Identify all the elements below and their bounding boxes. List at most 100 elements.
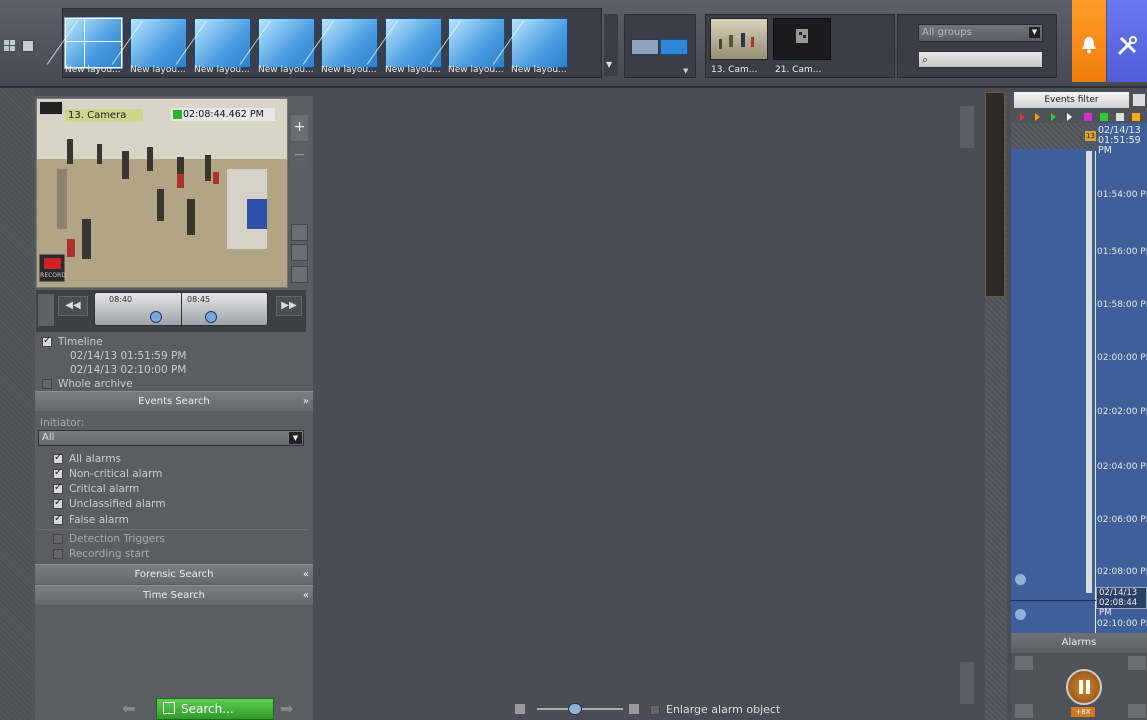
- top-toolbar: New layou... New layou... New layou... N…: [0, 0, 1147, 88]
- filter-option[interactable]: Unclassified alarm: [53, 497, 166, 510]
- timeline-option[interactable]: Timeline: [42, 335, 103, 348]
- zoom-out-timeline-icon[interactable]: [1015, 574, 1026, 585]
- initiator-dropdown[interactable]: All ▼: [38, 430, 304, 446]
- filter-option[interactable]: Detection Triggers: [53, 533, 165, 545]
- camera-thumb-21[interactable]: [773, 18, 831, 60]
- current-time-marker[interactable]: 02/14/13 02:08:44 PM: [1096, 587, 1147, 618]
- layout-label: New layou...: [321, 65, 377, 75]
- layout-thumb-8[interactable]: [511, 18, 568, 68]
- back-arrow-icon[interactable]: ⬅: [122, 699, 152, 719]
- alarms-header[interactable]: Alarms: [1011, 633, 1147, 653]
- initiator-label: Initiator:: [40, 417, 85, 429]
- zoom-out-icon[interactable]: [515, 704, 525, 714]
- enlarge-alarm-option[interactable]: Enlarge alarm object: [650, 703, 780, 716]
- time-search-header[interactable]: Time Search «: [35, 585, 313, 605]
- rewind-button[interactable]: ◀◀: [58, 296, 88, 316]
- range-start[interactable]: 02/14/13 01:51:59 PM: [70, 350, 186, 362]
- export-icon[interactable]: [291, 266, 308, 283]
- zoom-in-icon[interactable]: [629, 704, 639, 714]
- enlarge-alarm-checkbox[interactable]: [650, 705, 660, 715]
- events-filter-button[interactable]: Events filter: [1014, 92, 1129, 108]
- whole-archive-option[interactable]: Whole archive: [42, 378, 133, 390]
- layout-label: New layou...: [258, 65, 314, 75]
- chevron-down-icon: ▼: [289, 432, 302, 444]
- settings-button[interactable]: [1107, 0, 1147, 82]
- step-forward-button[interactable]: [1128, 656, 1146, 670]
- alarm-button[interactable]: [1072, 0, 1106, 82]
- event-marker[interactable]: 13: [1085, 131, 1096, 141]
- pause-button[interactable]: [1066, 669, 1102, 705]
- chevron-down-icon: »: [302, 396, 309, 407]
- timeline-tick: 01:54:00 PM: [1097, 190, 1147, 200]
- search-icon: ⌕: [922, 53, 929, 66]
- timeline-tick: 01:56:00 PM: [1097, 247, 1147, 257]
- search-icon: [163, 702, 175, 714]
- camera-thumb-13[interactable]: [710, 18, 768, 60]
- groups-search-input[interactable]: ⌕: [918, 51, 1043, 68]
- layout-label: New layou...: [194, 65, 250, 75]
- chevron-up-icon: «: [302, 569, 309, 580]
- forensic-search-header[interactable]: Forensic Search «: [35, 564, 313, 584]
- rewind-button[interactable]: [1015, 704, 1033, 718]
- groups-dropdown-value: All groups: [922, 27, 972, 38]
- hand-icon[interactable]: [38, 294, 54, 326]
- camera-thumb-label: 13. Cam...: [711, 65, 758, 75]
- calendar-icon[interactable]: [1133, 94, 1145, 106]
- playback-bar: ◀◀ 08:40 08:45 ▶▶: [36, 290, 306, 332]
- timeline-tick: 02:02:00 PM: [1097, 407, 1147, 417]
- snapshot-icon[interactable]: [291, 244, 308, 261]
- left-edge-strip: [0, 88, 35, 720]
- timeline-tick: 02:04:00 PM: [1097, 462, 1147, 472]
- camera-thumbnails: 13. Cam... 21. Cam...: [705, 14, 895, 78]
- split-view-selector[interactable]: ▼: [624, 14, 696, 78]
- event-type-filters[interactable]: [1018, 112, 1147, 122]
- filter-option[interactable]: False alarm: [53, 513, 129, 526]
- layouts-scrollbar[interactable]: ▼: [604, 14, 618, 76]
- events-search-header[interactable]: Events Search»: [35, 391, 313, 411]
- camera-name-label: 13. Camera: [65, 109, 143, 122]
- playback-scrubber[interactable]: 08:40 08:45: [94, 292, 268, 327]
- divider: [38, 529, 308, 530]
- search-button[interactable]: Search...: [156, 698, 274, 720]
- camera-video-view[interactable]: 13. Camera 02:08:44.462 PM RECORD: [36, 98, 288, 288]
- play-status-icon: [173, 110, 182, 119]
- timeline-tick: 02:00:00 PM: [1097, 353, 1147, 363]
- chevron-up-icon: «: [302, 590, 309, 601]
- layout-label: New layou...: [65, 65, 121, 75]
- layout-menu-icon[interactable]: [22, 40, 34, 52]
- zoom-in-button[interactable]: +: [291, 115, 308, 141]
- fast-forward-button[interactable]: [1128, 704, 1146, 718]
- grid-view-icon[interactable]: [4, 40, 16, 52]
- zoom-slider-thumb[interactable]: [568, 703, 582, 715]
- layout-label: New layou...: [385, 65, 441, 75]
- zoom-out-button[interactable]: −: [291, 143, 308, 169]
- event-density-bar: [985, 92, 1005, 297]
- filter-option[interactable]: Recording start: [53, 548, 149, 560]
- timeline-checkbox[interactable]: [42, 335, 52, 347]
- camera-timestamp: 02:08:44.462 PM: [171, 108, 275, 121]
- record-button[interactable]: RECORD: [39, 254, 66, 282]
- camera-groups: All groups ▼ ⌕: [897, 14, 1057, 78]
- step-back-button[interactable]: [1015, 656, 1033, 670]
- layout-scroll-up[interactable]: [960, 106, 974, 148]
- zoom-in-timeline-icon[interactable]: [1015, 609, 1026, 620]
- monitor-icon[interactable]: [291, 224, 308, 241]
- speed-label: +8X: [1071, 707, 1095, 717]
- layout-scroll-down[interactable]: [960, 662, 974, 704]
- layout-label: New layou...: [448, 65, 504, 75]
- range-end[interactable]: 02/14/13 02:10:00 PM: [70, 364, 186, 376]
- filter-option[interactable]: Critical alarm: [53, 482, 139, 495]
- chevron-down-icon: ▼: [1029, 27, 1040, 38]
- whole-archive-checkbox[interactable]: [42, 379, 52, 389]
- timeline-tick: 02:10:00 PM: [1097, 619, 1147, 629]
- fast-forward-button[interactable]: ▶▶: [276, 296, 302, 316]
- timeline-tick: 02:08:00 PM: [1097, 567, 1147, 577]
- layout-label: New layou...: [511, 65, 567, 75]
- filter-option[interactable]: All alarms: [53, 452, 121, 465]
- groups-dropdown[interactable]: All groups ▼: [918, 24, 1043, 42]
- forward-arrow-icon[interactable]: ➡: [280, 699, 310, 719]
- filter-option[interactable]: Non-critical alarm: [53, 467, 162, 480]
- film-icon: [39, 101, 63, 115]
- layout-label: New layou...: [130, 65, 186, 75]
- timeline-tick: 02:06:00 PM: [1097, 515, 1147, 525]
